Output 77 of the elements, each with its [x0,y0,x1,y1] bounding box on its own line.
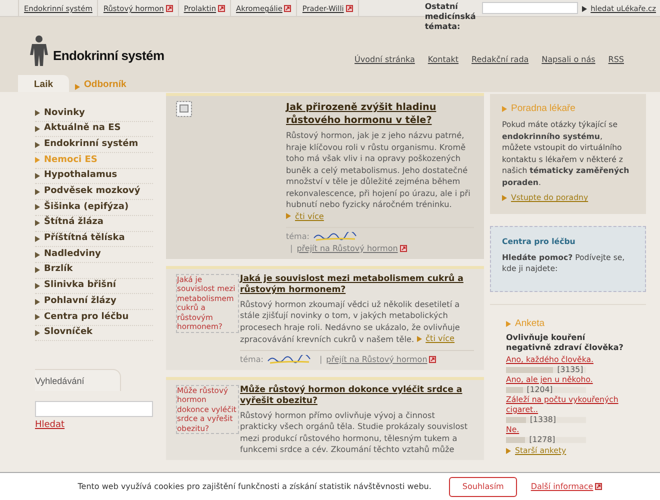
advice-heading: Poradna lékaře [502,102,634,116]
topics-label: Ostatní medicínská témata: [424,2,477,32]
arrow-icon [35,126,40,132]
broken-image-icon [176,101,192,117]
arrow-icon [75,84,80,90]
arrow-icon [35,252,40,258]
arrow-icon [35,110,40,116]
arrow-icon [35,204,40,210]
site-title: Endokrinní systém [53,46,164,65]
sidebar-nav-item[interactable]: Centra pro léčbu [35,310,153,326]
header-nav-link[interactable]: Kontakt [428,54,459,66]
search-button[interactable]: Hledat [35,420,65,430]
sidebar-nav-item[interactable]: Štítná žláza [35,216,153,232]
arrow-icon [35,220,40,226]
arrow-icon [35,173,40,180]
sidebar-nav-item[interactable]: Brzlík [35,262,153,279]
arrow-icon [35,282,40,289]
arrow-icon [502,106,507,112]
article-text: Růstový hormon přímo ovlivňuje vývoj a činnost prakticky všech orgánů těla. Studie prokázaly souvislost mezi produkcí růstového hormonu, tělesným tukem a funkcemi srdce a cév. Zkoumání těchto vztahů může [240,410,469,456]
topic-search-field[interactable] [482,2,578,14]
external-link-icon [218,5,226,12]
arrow-icon [502,195,507,202]
arrow-icon [35,188,40,195]
external-link-icon [400,245,407,252]
cookie-text: Tento web využívá cookies pro zajištění funkčnosti a získání statistik návštěvnosti webu. [78,480,432,492]
topic-label: téma: [240,354,264,364]
sidebar-nav-item[interactable]: Slovníček [35,326,153,342]
sidebar-nav-item[interactable]: Endokrinní systém [35,137,153,154]
article-title[interactable]: Jak přirozeně zvýšit hladinu růstového hormonu v těle? [286,101,474,127]
external-link-icon [429,356,436,363]
sidebar-nav-item[interactable]: Příštítná tělíska [35,232,153,248]
poll-question: Ovlivňuje kouření negativně zdraví člověka? [506,332,624,353]
arrow-icon [506,320,511,327]
arrow-icon [35,267,40,274]
article-title[interactable]: Jaká je souvislost mezi metabolismem cukrů a růstovým hormonem? [240,274,474,296]
arrow-icon [506,448,511,454]
topic-logo-drawing [313,232,358,242]
arrow-icon [35,236,40,242]
sidebar-nav-item[interactable]: Hypothalamus [35,168,153,184]
sidebar-nav-item[interactable]: Aktuálně na ES [35,122,153,138]
arrow-icon [35,157,40,164]
arrow-icon [286,213,291,220]
external-link-icon [346,5,353,12]
human-figure-logo-icon [28,35,50,67]
sidebar-nav-item[interactable]: Novinky [35,106,153,122]
article-text: Růstový hormon, jak je z jeho názvu patrné, hraje klíčovou roli v růstu organismu. Kromě toho má však vliv i na opravy poškozených buněk a celý metabolismus. Jeho dostatečné množství v těle je důležité zejména během rekonvalescence, při hojení po úrazu, ale i při hubnutí nebo fyzicky náročném tréninku. čti více [286,130,472,223]
sidebar-nav-item[interactable]: Pohlavní žlázy [35,294,153,310]
search-heading: Vyhledávání [35,376,84,386]
topic-label: téma: [286,232,310,241]
accept-button[interactable]: Souhlasím [449,476,517,496]
header-nav-link[interactable]: Úvodní stránka [354,54,415,66]
arrow-icon [35,314,40,320]
external-link-icon [284,5,292,12]
sidebar-nav-item[interactable]: Slinivka břišní [35,278,153,294]
article-title[interactable]: Může růstový hormon dokonce vyléčit srdce a vyřešit obezitu? [240,384,474,406]
sidebar-nav-item[interactable]: Šišinka (epifýza) [35,200,153,216]
topic-logo-drawing [267,354,312,364]
sidebar-nav-item[interactable]: Podvěsek mozkový [35,184,153,200]
separator: | [290,244,293,253]
external-link-icon [595,482,602,490]
header-nav-link[interactable]: Redakční rada [472,54,529,66]
poll-heading: Anketa [506,316,630,331]
arrow-icon [416,336,422,342]
more-info-link[interactable]: Další informace [530,480,602,492]
arrow-icon [35,330,40,336]
header-nav-link[interactable]: RSS [608,54,624,66]
external-link-icon [166,5,173,12]
separator: | [319,354,322,364]
header-nav-link[interactable]: Napsali o nás [542,54,596,66]
search-field[interactable] [35,401,153,418]
arrow-icon [35,298,40,305]
arrow-icon [582,6,587,12]
audience-tab[interactable]: Laik [18,75,70,92]
topic-link[interactable]: přejít na Růstový hormon [326,354,436,364]
sidebar-nav-item[interactable]: Nadledviny [35,247,153,263]
arrow-icon [35,142,40,148]
article-text: Růstový hormon zkoumají vědci už několik desetiletí a stále zjišťují novinky o tom, v jakých metabolických procesech hraje roli. Nedávno se ukázalo, že ovlivňuje zpracovávání krevních cukrů v našem těle. čti více [240,298,461,346]
